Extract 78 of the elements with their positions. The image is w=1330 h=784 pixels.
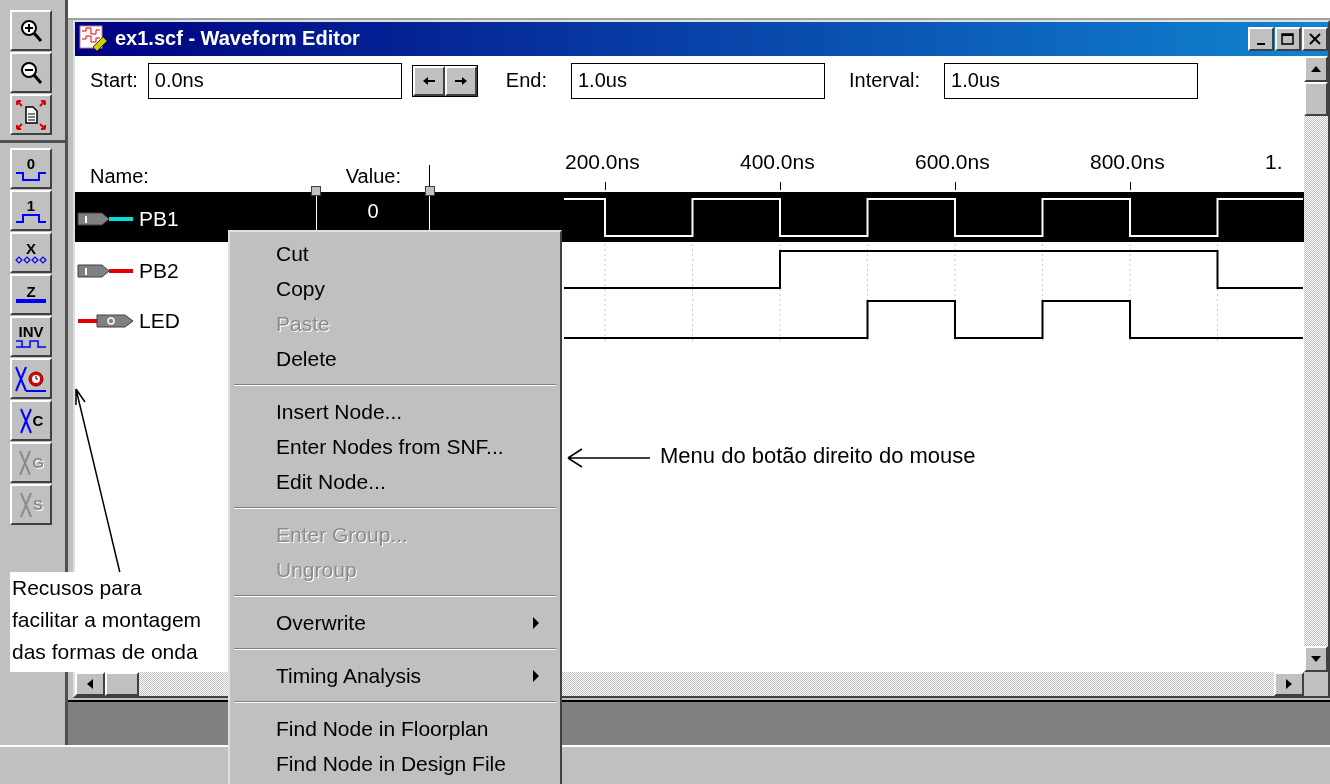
crossing-wave-icon — [19, 490, 33, 519]
signal-name: LED — [139, 308, 180, 333]
scroll-left-button[interactable] — [75, 672, 105, 697]
crossing-wave-icon — [18, 448, 33, 477]
right-triangle-icon — [1285, 678, 1293, 691]
tool-button[interactable]: X — [10, 232, 52, 273]
interval-label: Interval: — [848, 69, 921, 93]
input-pin-icon — [77, 262, 135, 279]
zoom-out-icon — [19, 59, 43, 86]
time-label: 1. — [1265, 149, 1283, 174]
end-field[interactable]: 1.0us — [570, 62, 825, 99]
document-icon — [79, 24, 109, 53]
menu-item[interactable]: Timing Analysis — [230, 658, 560, 693]
up-triangle-icon — [1310, 64, 1322, 73]
menu-item[interactable]: Overwrite — [230, 605, 560, 640]
tool-button[interactable]: INV — [10, 316, 52, 357]
crossing-wave-icon — [18, 406, 33, 435]
window-title: ex1.scf - Waveform Editor — [115, 27, 361, 51]
close-icon — [1309, 32, 1321, 45]
tool-button[interactable]: 0 — [10, 148, 52, 189]
start-label: Start: — [90, 69, 138, 93]
column-handle[interactable] — [311, 185, 321, 196]
tool-button[interactable]: C — [10, 400, 52, 441]
maximize-button[interactable] — [1275, 26, 1301, 51]
high-pulse-icon — [15, 212, 47, 223]
unknown-wave-icon — [15, 255, 47, 264]
menu-item[interactable]: Find Node in Design File — [230, 746, 560, 781]
submenu-arrow-icon — [532, 615, 540, 630]
time-label: 200.0ns — [565, 149, 640, 174]
end-label: End: — [505, 69, 547, 93]
start-field[interactable]: 0.0ns — [147, 62, 402, 99]
menu-item[interactable]: Insert Node... — [230, 394, 560, 429]
zoom-in-icon — [19, 17, 43, 44]
tool-button[interactable] — [10, 358, 52, 399]
left-arrow-icon — [421, 75, 436, 86]
invert-wave-icon — [15, 338, 47, 349]
right-arrow-icon — [453, 75, 468, 86]
resize-grip[interactable] — [1304, 672, 1328, 697]
tool-button[interactable] — [10, 10, 52, 51]
tool-button[interactable] — [10, 94, 52, 135]
input-pin-icon — [77, 210, 135, 227]
clock-wave-icon — [14, 364, 48, 393]
scroll-right-button[interactable] — [444, 65, 477, 96]
time-label: 800.0ns — [1090, 149, 1165, 174]
column-handle[interactable] — [425, 185, 435, 196]
low-pulse-icon — [15, 170, 47, 181]
menu-item[interactable]: Enter Nodes from SNF... — [230, 429, 560, 464]
tool-button[interactable] — [10, 52, 52, 93]
scroll-thumb[interactable] — [1304, 81, 1328, 116]
tool-button[interactable]: Z — [10, 274, 52, 315]
scroll-down-button[interactable] — [1304, 646, 1328, 673]
output-pin-icon — [77, 312, 135, 329]
close-button[interactable] — [1302, 26, 1328, 51]
left-triangle-icon — [86, 678, 94, 691]
time-label: 600.0ns — [915, 149, 990, 174]
signal-name: PB1 — [139, 206, 179, 231]
scroll-up-button[interactable] — [1304, 55, 1328, 82]
menu-item[interactable]: Delete — [230, 341, 560, 376]
scroll-left-button[interactable] — [412, 65, 445, 96]
maximize-icon — [1281, 32, 1295, 45]
annotation-text: Menu do botão direito do mouse — [660, 443, 976, 469]
scroll-right-button[interactable] — [1274, 672, 1304, 697]
minimize-button[interactable] — [1248, 26, 1274, 51]
tool-button[interactable]: 1 — [10, 190, 52, 231]
high-impedance-icon — [15, 299, 47, 304]
fit-page-icon — [15, 98, 47, 131]
signal-value: 0 — [367, 199, 379, 223]
interval-field[interactable]: 1.0us — [944, 62, 1199, 99]
name-column-header: Name: — [89, 164, 150, 189]
vertical-scrollbar[interactable] — [1304, 55, 1328, 673]
submenu-arrow-icon — [532, 668, 540, 683]
scroll-thumb[interactable] — [105, 672, 139, 697]
minimize-icon — [1257, 42, 1265, 45]
menu-item[interactable]: Edit Node... — [230, 464, 560, 499]
signal-name: PB2 — [139, 258, 179, 283]
down-triangle-icon — [1310, 655, 1322, 664]
signal-row[interactable]: PB1 0 — [75, 191, 1304, 242]
time-label: 400.0ns — [740, 149, 815, 174]
